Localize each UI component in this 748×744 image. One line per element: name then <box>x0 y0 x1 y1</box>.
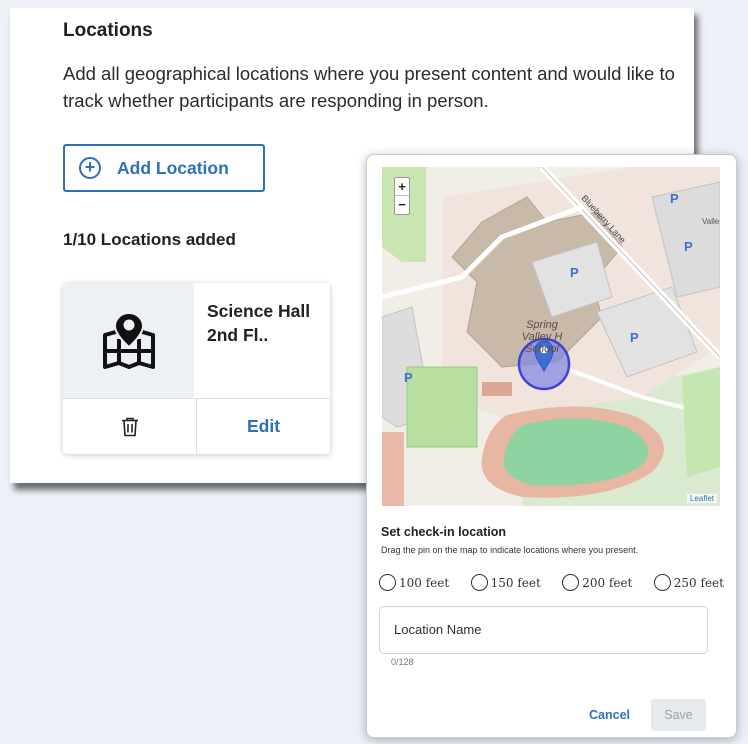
location-card: Science Hall 2nd Fl.. Edit <box>63 283 330 454</box>
radius-option-label: 150 feet <box>490 575 541 590</box>
radius-option-100[interactable]: 100 feet <box>379 574 449 591</box>
dialog-subtitle: Drag the pin on the map to indicate loca… <box>381 545 639 555</box>
map-attribution-link[interactable]: Leaflet <box>686 494 717 503</box>
parking-label: P <box>404 370 413 385</box>
location-name-input[interactable]: Location Name <box>379 606 708 654</box>
radius-option-label: 200 feet <box>582 575 633 590</box>
radio-circle-icon <box>562 574 580 591</box>
radius-option-200[interactable]: 200 feet <box>562 574 632 591</box>
school-label-line: School <box>525 343 559 355</box>
parking-label: P <box>630 330 639 345</box>
radius-option-label: 100 feet <box>399 575 450 590</box>
radius-option-250[interactable]: 250 feet <box>653 574 724 591</box>
location-card-actions: Edit <box>63 398 330 454</box>
location-card-name: Science Hall 2nd Fl.. <box>207 301 311 345</box>
map-pin-icon <box>102 311 155 369</box>
radio-circle-icon <box>470 574 488 591</box>
parking-label: P <box>670 191 679 206</box>
check-in-location-dialog: + − Blueberry Lane P P P P P Valle Sprin… <box>366 154 737 738</box>
locations-description: Add all geographical locations where you… <box>63 63 675 111</box>
radio-circle-icon <box>653 574 671 591</box>
zoom-in-button[interactable]: + <box>395 178 409 196</box>
add-location-label: Add Location <box>117 157 229 178</box>
character-count: 0/128 <box>391 657 414 667</box>
parking-label: P <box>684 239 693 254</box>
locations-count: 1/10 Locations added <box>63 230 236 249</box>
location-card-image <box>63 283 194 398</box>
radius-option-150[interactable]: 150 feet <box>470 574 541 591</box>
cancel-button[interactable]: Cancel <box>589 708 630 722</box>
radius-options: 100 feet 150 feet 200 feet 250 feet <box>379 574 724 591</box>
trash-icon <box>121 417 138 436</box>
map-zoom-control: + − <box>394 177 410 215</box>
plus-circle-icon: + <box>79 157 101 179</box>
school-label: Spring Valley H School <box>502 319 582 355</box>
zoom-out-button[interactable]: − <box>395 196 409 214</box>
add-location-button[interactable]: + Add Location <box>63 144 265 192</box>
dialog-title: Set check-in location <box>381 525 507 539</box>
school-label-line: Spring <box>526 319 558 331</box>
delete-location-button[interactable] <box>63 399 197 454</box>
save-button: Save <box>651 699 706 731</box>
valle-label: Valle <box>702 217 720 226</box>
page-title: Locations <box>63 20 153 41</box>
radius-option-label: 250 feet <box>673 575 724 590</box>
edit-location-button[interactable]: Edit <box>197 399 330 454</box>
school-label-line: Valley H <box>521 331 563 343</box>
radio-circle-icon <box>379 574 396 591</box>
map-view[interactable]: + − Blueberry Lane P P P P P Valle Sprin… <box>382 167 720 506</box>
parking-label: P <box>570 265 579 280</box>
